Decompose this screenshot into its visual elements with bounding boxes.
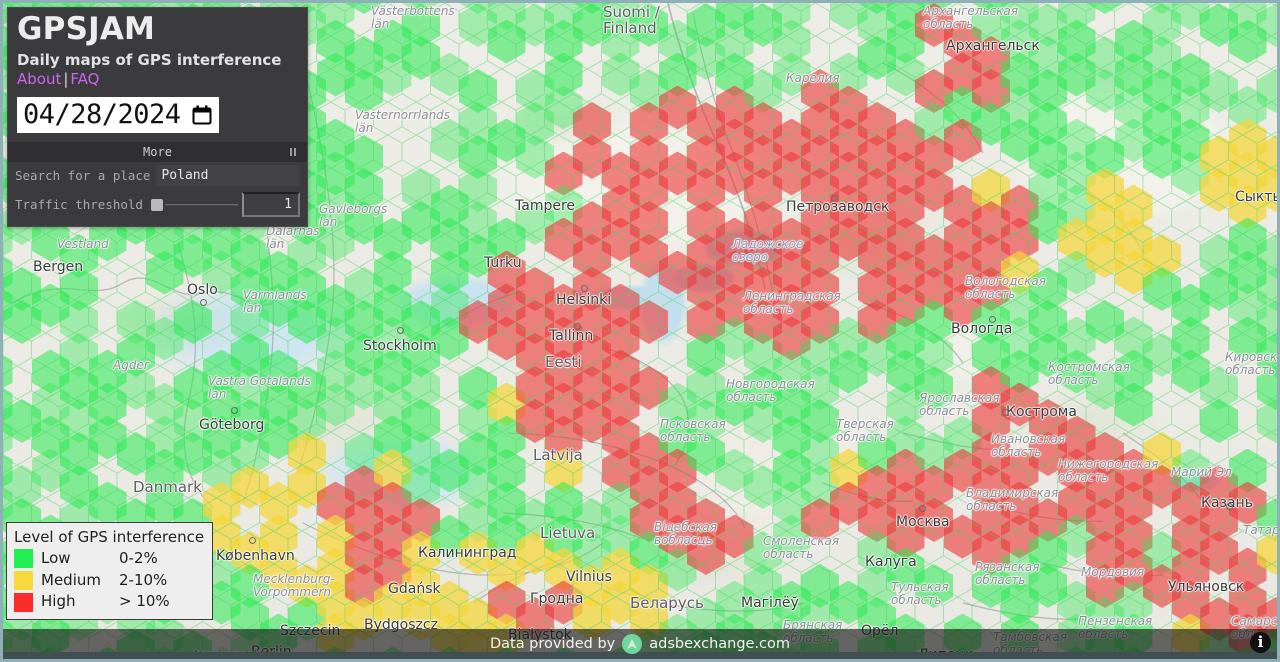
city-dot — [1226, 503, 1233, 510]
date-value: 04/28/2024 — [23, 101, 181, 128]
city-dot — [919, 505, 926, 512]
legend-rows: Low0-2%Medium2-10%High> 10% — [14, 548, 204, 613]
threshold-row: Traffic threshold — [8, 189, 307, 220]
city-dot — [397, 327, 404, 334]
threshold-label: Traffic threshold — [15, 197, 143, 212]
panel-header: GPSJAM Daily maps of GPS interference Ab… — [8, 8, 307, 97]
city-dot — [200, 299, 207, 306]
date-row: 04/28/2024 — [8, 97, 307, 133]
legend-row: Low0-2% — [14, 548, 204, 570]
links-separator: | — [63, 70, 68, 88]
legend-level-value: 0-2% — [119, 548, 158, 570]
threshold-slider-track — [165, 204, 238, 206]
threshold-slider-knob[interactable] — [151, 199, 163, 211]
panel-footer-spacer — [8, 220, 307, 226]
attribution-text: Data provided by — [490, 636, 615, 652]
more-toggle-bar[interactable]: More — [8, 142, 307, 162]
search-label: Search for a place — [15, 168, 150, 183]
panel-links: About|FAQ — [17, 70, 298, 88]
legend-row: Medium2-10% — [14, 570, 204, 592]
calendar-icon[interactable] — [192, 105, 212, 125]
city-dot — [1002, 409, 1009, 416]
app-subtitle: Daily maps of GPS interference — [17, 52, 298, 69]
attribution-bar: Data provided by adsbexchange.com — [3, 629, 1277, 659]
search-row: Search for a place — [8, 162, 307, 189]
date-input[interactable]: 04/28/2024 — [17, 97, 219, 133]
legend-level-name: Medium — [41, 570, 119, 592]
legend: Level of GPS interference Low0-2%Medium2… — [6, 522, 213, 620]
control-panel[interactable]: GPSJAM Daily maps of GPS interference Ab… — [7, 7, 308, 227]
threshold-slider[interactable] — [151, 198, 242, 212]
app-root: BergenOsloStockholmGöteborgKøbenhavnTurk… — [0, 0, 1280, 662]
legend-swatch — [14, 571, 33, 590]
legend-swatch — [14, 593, 33, 612]
legend-level-name: High — [41, 591, 119, 613]
city-dot — [249, 537, 256, 544]
threshold-number-input[interactable] — [242, 192, 300, 217]
city-dot — [581, 285, 588, 292]
app-title: GPSJAM — [17, 14, 298, 45]
city-dot — [231, 407, 238, 414]
search-input[interactable] — [156, 165, 300, 186]
info-icon[interactable]: i — [1250, 632, 1271, 653]
legend-level-name: Low — [41, 548, 119, 570]
about-link[interactable]: About — [17, 70, 61, 88]
legend-level-value: 2-10% — [119, 570, 167, 592]
faq-link[interactable]: FAQ — [70, 70, 99, 88]
city-dot — [989, 316, 996, 323]
more-label: More — [143, 145, 172, 159]
adsbexchange-logo-icon — [622, 634, 642, 654]
legend-title: Level of GPS interference — [14, 528, 204, 546]
city-dot — [574, 323, 581, 330]
info-label: i — [1258, 635, 1264, 650]
legend-row: High> 10% — [14, 591, 204, 613]
pause-grip-icon[interactable] — [290, 148, 296, 156]
legend-level-value: > 10% — [119, 591, 170, 613]
city-dot — [831, 195, 838, 202]
attribution-site[interactable]: adsbexchange.com — [649, 636, 790, 652]
legend-swatch — [14, 549, 33, 568]
